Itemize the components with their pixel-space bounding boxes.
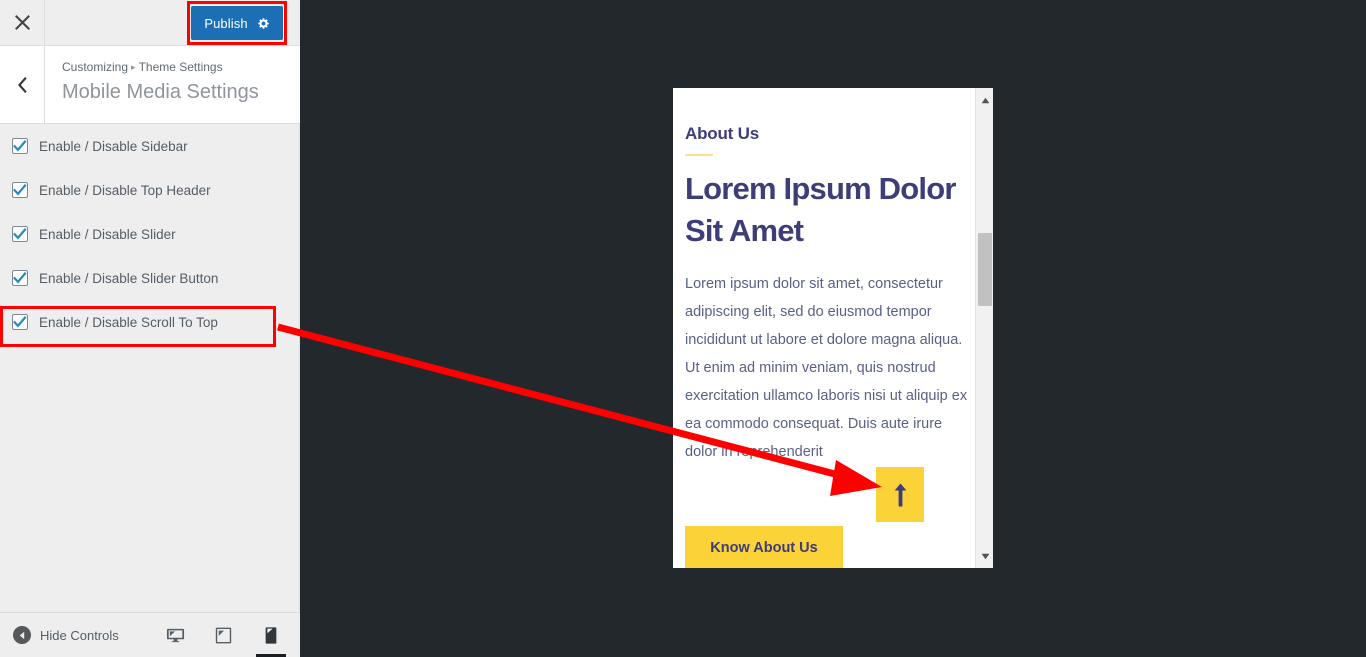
device-button-tablet[interactable]	[208, 614, 238, 657]
control-row-slider-button[interactable]: Enable / Disable Slider Button	[0, 256, 300, 300]
control-label-sidebar: Enable / Disable Sidebar	[39, 138, 188, 154]
device-button-mobile[interactable]	[256, 614, 286, 657]
breadcrumb-root[interactable]: Customizing	[62, 60, 128, 74]
collapse-left-icon	[13, 626, 31, 644]
publish-button[interactable]: Publish	[191, 6, 283, 40]
back-button[interactable]	[0, 46, 45, 123]
controls-list: Enable / Disable Sidebar Enable / Disabl…	[0, 124, 300, 344]
control-label-slider: Enable / Disable Slider	[39, 226, 176, 242]
checkbox-sidebar[interactable]	[12, 138, 28, 154]
page-title: Mobile Media Settings	[62, 81, 259, 103]
preview-scrollbar[interactable]	[975, 88, 993, 568]
hide-controls-button[interactable]: Hide Controls	[13, 613, 119, 657]
panel-titles: Customizing ▸ Theme Settings Mobile Media …	[62, 59, 259, 106]
scrollbar-down-arrow[interactable]	[976, 547, 993, 565]
checkbox-slider-button[interactable]	[12, 270, 28, 286]
scroll-up-arrow-icon	[981, 97, 989, 103]
control-row-top-header[interactable]: Enable / Disable Top Header	[0, 168, 300, 212]
scroll-to-top-button[interactable]	[876, 467, 924, 522]
checkbox-top-header[interactable]	[12, 182, 28, 198]
publish-label: Publish	[204, 15, 248, 31]
about-us-eyebrow: About Us	[685, 124, 759, 143]
customizer-panel: Publish Customizing ▸ Theme Settings Mob…	[0, 0, 300, 657]
preview-body-text: Lorem ipsum dolor sit amet, consectetur …	[685, 276, 968, 460]
breadcrumb-parent[interactable]: Theme Settings	[139, 60, 223, 74]
scrollbar-thumb[interactable]	[978, 233, 992, 306]
checkmark-icon	[13, 228, 27, 240]
breadcrumb-separator-icon: ▸	[131, 62, 136, 72]
preview-device-frame: About Us Lorem Ipsum Dolor Sit Amet Lore…	[673, 88, 993, 568]
device-preview-buttons	[160, 613, 286, 657]
customizer-footer: Hide Controls	[0, 612, 300, 657]
close-icon	[14, 15, 30, 30]
checkmark-icon	[13, 184, 27, 196]
control-label-scroll-to-top: Enable / Disable Scroll To Top	[39, 314, 218, 330]
checkmark-icon	[13, 316, 27, 328]
desktop-icon	[166, 628, 184, 643]
panel-title-row: Customizing ▸ Theme Settings Mobile Media …	[0, 46, 300, 124]
hide-controls-label: Hide Controls	[40, 627, 119, 643]
scroll-down-arrow-icon	[981, 553, 989, 559]
control-row-scroll-to-top[interactable]: Enable / Disable Scroll To Top	[0, 300, 300, 344]
mobile-icon	[265, 627, 277, 644]
arrow-up-icon	[894, 483, 906, 506]
close-customizer-button[interactable]	[0, 0, 45, 45]
chevron-left-icon	[17, 76, 27, 93]
device-button-desktop[interactable]	[160, 614, 190, 657]
control-label-slider-button: Enable / Disable Slider Button	[39, 270, 219, 286]
control-row-slider[interactable]: Enable / Disable Slider	[0, 212, 300, 256]
tablet-icon	[215, 627, 231, 644]
checkbox-scroll-to-top[interactable]	[12, 314, 28, 330]
checkbox-slider[interactable]	[12, 226, 28, 242]
checkmark-icon	[13, 140, 27, 152]
breadcrumb: Customizing ▸ Theme Settings	[62, 59, 259, 77]
scrollbar-up-arrow[interactable]	[976, 91, 993, 109]
customizer-screen: Publish Customizing ▸ Theme Settings Mob…	[0, 0, 1366, 657]
control-label-top-header: Enable / Disable Top Header	[39, 182, 211, 198]
eyebrow-rule	[685, 154, 713, 156]
gear-icon[interactable]	[257, 17, 270, 30]
preview-page: About Us Lorem Ipsum Dolor Sit Amet Lore…	[673, 88, 975, 568]
know-about-us-button[interactable]: Know About Us	[685, 526, 843, 568]
customizer-header: Publish	[0, 0, 300, 46]
checkmark-icon	[13, 272, 27, 284]
control-row-sidebar[interactable]: Enable / Disable Sidebar	[0, 124, 300, 168]
preview-heading: Lorem Ipsum Dolor Sit Amet	[685, 171, 956, 248]
publish-area: Publish	[187, 1, 287, 45]
